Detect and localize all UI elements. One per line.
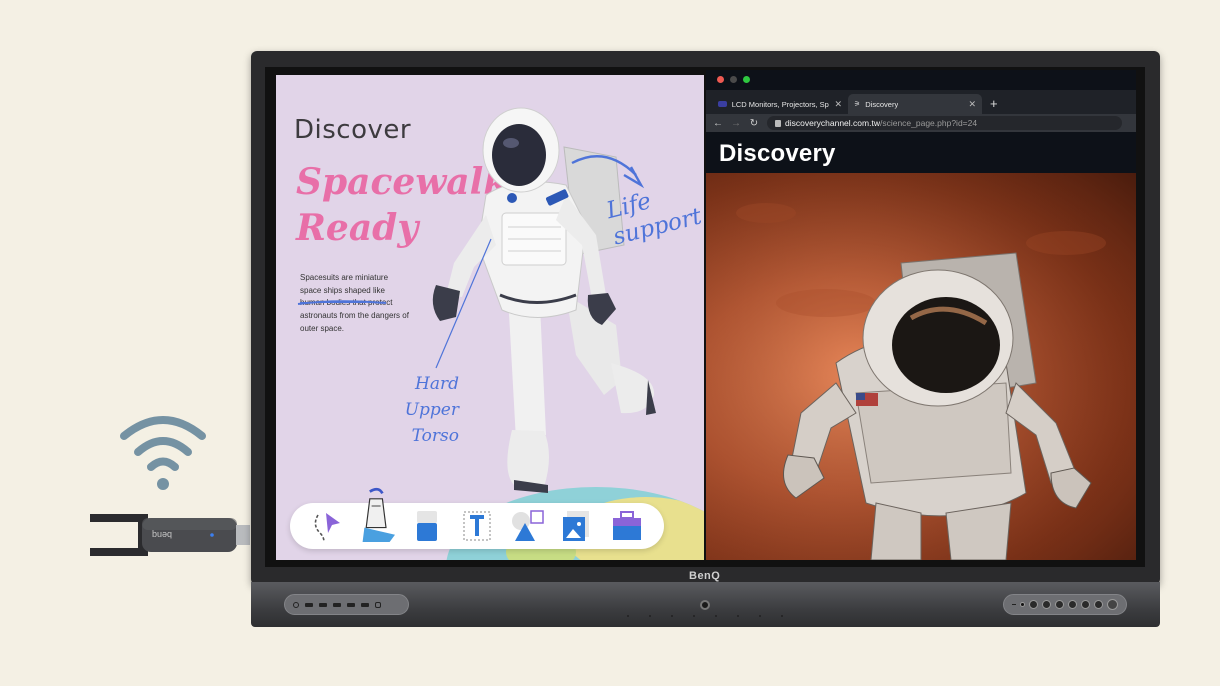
tab-strip: LCD Monitors, Projectors, Spe ✕ ⚞ Discov… [706,90,1136,114]
hdmi-port [333,602,341,607]
lasso-select-icon [314,513,340,543]
eyebrow-heading: Discover [294,115,412,145]
front-buttons [1003,594,1127,615]
menu-button[interactable] [1094,600,1103,609]
whiteboard-toolbar [290,487,664,549]
browser-window: LCD Monitors, Projectors, Spe ✕ ⚞ Discov… [706,70,1136,560]
lasso-select-tool[interactable] [309,508,345,544]
volume-down-button[interactable] [1042,600,1051,609]
usb-port [305,602,313,607]
wifi-icon [120,416,206,490]
eraser-icon [417,511,437,541]
eraser-tool[interactable] [409,508,445,544]
close-tab-icon[interactable]: ✕ [834,99,842,110]
body-text-1: Spacesuits are miniature space ships sha… [300,273,389,295]
pen-icon [362,487,395,542]
image-icon [563,511,589,541]
discovery-favicon-icon: ⚞ [854,101,861,108]
address-bar[interactable]: discoverychannel.com.tw/science_page.php… [767,116,1122,130]
annotation-line: Hard Upper [404,374,459,420]
toolbox-icon [613,511,641,540]
indicator-led [1012,604,1016,605]
image-tool[interactable] [559,508,595,544]
whiteboard-pane[interactable]: Discover Spacewalk Ready Spacesuits are … [276,75,704,560]
back-button[interactable] [1081,600,1090,609]
body-text-underlined: human bodies that [300,298,366,308]
site-header: Discovery [706,132,1136,173]
zoom-window-button[interactable] [743,76,750,83]
usb-c-port [347,602,355,607]
text-tool[interactable] [459,508,495,544]
shapes-icon [512,510,544,541]
annotation-hard-upper-torso: Hard Upper Torso [371,371,459,449]
camera [700,600,710,610]
dongle-brand: benq [152,530,173,540]
forward-icon[interactable]: → [731,118,741,129]
input-button[interactable] [1029,600,1038,609]
back-icon[interactable]: ← [713,118,723,129]
sensor [1020,602,1025,607]
minimize-window-button[interactable] [730,76,737,83]
close-tab-icon[interactable]: ✕ [968,99,976,110]
site-logo[interactable]: Discovery [719,140,836,168]
tab-label: LCD Monitors, Projectors, Spe [731,99,830,109]
toolbar: ← → ↻ discoverychannel.com.tw/science_pa… [706,114,1136,132]
url-domain: discoverychannel.com.tw [785,118,880,128]
usb-port [361,602,369,607]
body-paragraph: Spacesuits are miniature space ships sha… [300,272,410,336]
lock-icon [775,119,781,127]
text-icon [463,511,491,541]
power-button[interactable] [1107,599,1118,610]
annotation-line: Torso [411,426,459,446]
close-window-button[interactable] [717,76,724,83]
power-port-icon [293,601,299,608]
wireless-dongle: benq [90,510,250,560]
toolbox-tool[interactable] [609,508,645,544]
benq-favicon-icon [718,101,727,107]
home-button[interactable] [1068,600,1077,609]
url-path: /science_page.php?id=24 [879,118,978,128]
new-tab-button[interactable]: + [990,96,998,114]
tab-label: Discovery [865,99,899,109]
hero-image [706,173,1136,560]
brand-logo: BenQ [689,570,721,582]
microphone-array [627,615,783,617]
reload-icon[interactable]: ↻ [749,118,759,129]
front-panel [251,582,1160,627]
tab-benq[interactable]: LCD Monitors, Projectors, Spe ✕ [712,94,848,114]
tab-discovery[interactable]: ⚞ Discovery ✕ [848,94,982,114]
astronaut-on-mars-photo [706,173,1136,560]
volume-up-button[interactable] [1055,600,1064,609]
pen-tool[interactable] [359,487,395,544]
nfc-icon [375,601,381,608]
usb-port [319,602,327,607]
front-ports [284,594,409,615]
window-controls [717,76,750,83]
shapes-tool[interactable] [509,508,545,544]
